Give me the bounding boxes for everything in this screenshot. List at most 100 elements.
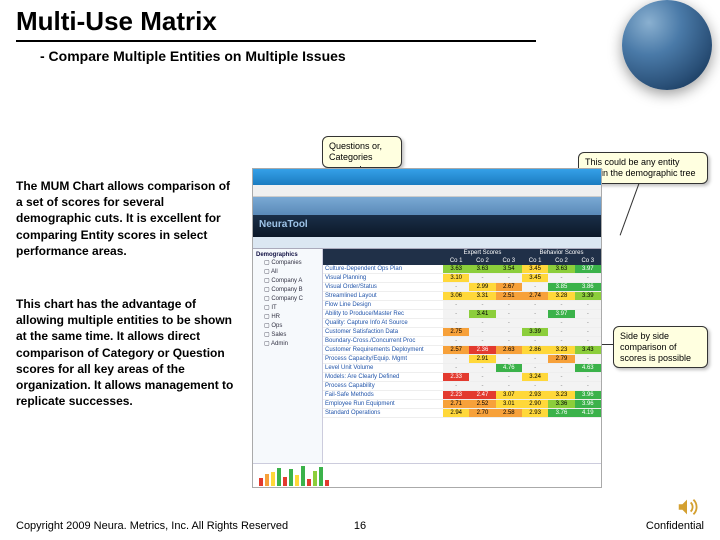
grid-subheader: Co 2 — [469, 257, 495, 265]
row-label: Employee Run Equipment — [323, 400, 443, 409]
app-brand: NeuraTool — [253, 215, 601, 237]
score-cell: - — [575, 301, 601, 310]
table-row: Ability to Produce/Master Rec-3.41--3.97… — [323, 310, 601, 319]
score-cell: 2.86 — [522, 346, 548, 355]
score-cell: 3.24 — [522, 373, 548, 382]
score-cell: 3.45 — [522, 274, 548, 283]
table-row: Customer Satisfaction Data2.75--3.39-- — [323, 328, 601, 337]
row-label: Standard Operations — [323, 409, 443, 418]
score-cell: - — [496, 274, 522, 283]
chart-bar — [313, 471, 317, 486]
row-label: Visual Planning — [323, 274, 443, 283]
score-cell: 2.93 — [522, 391, 548, 400]
score-cell: - — [548, 382, 574, 391]
tree-item: ▢ Company A — [256, 276, 319, 285]
globe-image — [622, 0, 712, 90]
callout-pointer — [620, 183, 640, 235]
row-label: Process Capacity/Equip. Mgmt — [323, 355, 443, 364]
table-row: Level Unit Volume--4.76--4.63 — [323, 364, 601, 373]
tree-item: ▢ Companies — [256, 258, 319, 267]
browser-tabs — [253, 197, 601, 215]
score-cell: - — [496, 301, 522, 310]
chart-bar — [301, 466, 305, 486]
score-cell: 3.39 — [575, 292, 601, 301]
table-row: Standard Operations2.942.702.582.933.764… — [323, 409, 601, 418]
sound-icon — [676, 496, 698, 518]
chart-bar — [265, 474, 269, 486]
score-cell: 2.70 — [469, 409, 495, 418]
score-cell: 4.63 — [575, 364, 601, 373]
score-cell: - — [443, 337, 469, 346]
score-cell: - — [575, 355, 601, 364]
score-cell: 3.39 — [522, 328, 548, 337]
app-tabs — [253, 237, 601, 249]
score-cell: 3.23 — [548, 346, 574, 355]
score-cell: - — [496, 382, 522, 391]
score-cell: 2.33 — [443, 373, 469, 382]
score-cell: 2.67 — [496, 283, 522, 292]
score-cell: 2.94 — [443, 409, 469, 418]
row-label: Level Unit Volume — [323, 364, 443, 373]
row-label: Process Capability — [323, 382, 443, 391]
score-cell: 2.99 — [469, 283, 495, 292]
paragraph-1: The MUM Chart allows comparison of a set… — [16, 178, 236, 259]
score-cell: - — [469, 274, 495, 283]
score-cell: - — [469, 301, 495, 310]
score-cell: 2.23 — [443, 391, 469, 400]
score-cell: 3.86 — [575, 283, 601, 292]
score-cell: 3.96 — [575, 400, 601, 409]
row-label: Customer Satisfaction Data — [323, 328, 443, 337]
grid-subheader: Co 1 — [443, 257, 469, 265]
score-cell: 3.01 — [496, 400, 522, 409]
grid-subheader: Co 1 — [522, 257, 548, 265]
score-cell: - — [443, 364, 469, 373]
score-cell: - — [469, 319, 495, 328]
browser-toolbar — [253, 185, 601, 197]
score-cell: 2.93 — [522, 409, 548, 418]
score-cell: - — [548, 328, 574, 337]
chart-bar — [307, 479, 311, 486]
table-row: Culture-Dependent Ops Plan3.633.633.543.… — [323, 265, 601, 274]
score-cell: 2.36 — [469, 346, 495, 355]
grid-subheader: Co 2 — [548, 257, 574, 265]
score-cell: - — [496, 310, 522, 319]
tree-item: ▢ Ops — [256, 321, 319, 330]
score-cell: 2.51 — [496, 292, 522, 301]
tree-item: ▢ HR — [256, 312, 319, 321]
score-cell: - — [575, 310, 601, 319]
score-cell: 2.71 — [443, 400, 469, 409]
score-cell: 3.10 — [443, 274, 469, 283]
score-cell: - — [548, 337, 574, 346]
chart-bar — [319, 467, 323, 486]
table-row: Models: Are Clearly Defined2.33--3.24-- — [323, 373, 601, 382]
table-row: Streamlined Layout3.063.312.512.743.283.… — [323, 292, 601, 301]
grid-subheader: Co 3 — [575, 257, 601, 265]
score-cell: - — [443, 355, 469, 364]
score-cell: 2.74 — [522, 292, 548, 301]
grid-subheader: Co 3 — [496, 257, 522, 265]
score-cell: - — [496, 337, 522, 346]
slide-subtitle: - Compare Multiple Entities on Multiple … — [40, 48, 346, 64]
score-cell: 2.58 — [496, 409, 522, 418]
score-cell: - — [522, 310, 548, 319]
score-cell: 2.75 — [443, 328, 469, 337]
score-cell: 3.07 — [496, 391, 522, 400]
score-cell: - — [548, 301, 574, 310]
table-row: Flow Line Design------ — [323, 301, 601, 310]
score-cell: 3.23 — [548, 391, 574, 400]
score-cell: - — [443, 283, 469, 292]
score-cell: - — [469, 328, 495, 337]
page-number: 16 — [354, 520, 366, 532]
score-cell: 3.63 — [443, 265, 469, 274]
chart-bar — [295, 475, 299, 486]
score-cell: 3.63 — [469, 265, 495, 274]
score-cell: - — [522, 364, 548, 373]
score-cell: 4.19 — [575, 409, 601, 418]
chart-bar — [271, 472, 275, 486]
chart-bar — [289, 469, 293, 486]
score-cell: 3.36 — [548, 400, 574, 409]
score-cell: 3.63 — [548, 265, 574, 274]
score-cell: - — [443, 310, 469, 319]
score-cell: - — [575, 319, 601, 328]
score-cell: 3.31 — [469, 292, 495, 301]
